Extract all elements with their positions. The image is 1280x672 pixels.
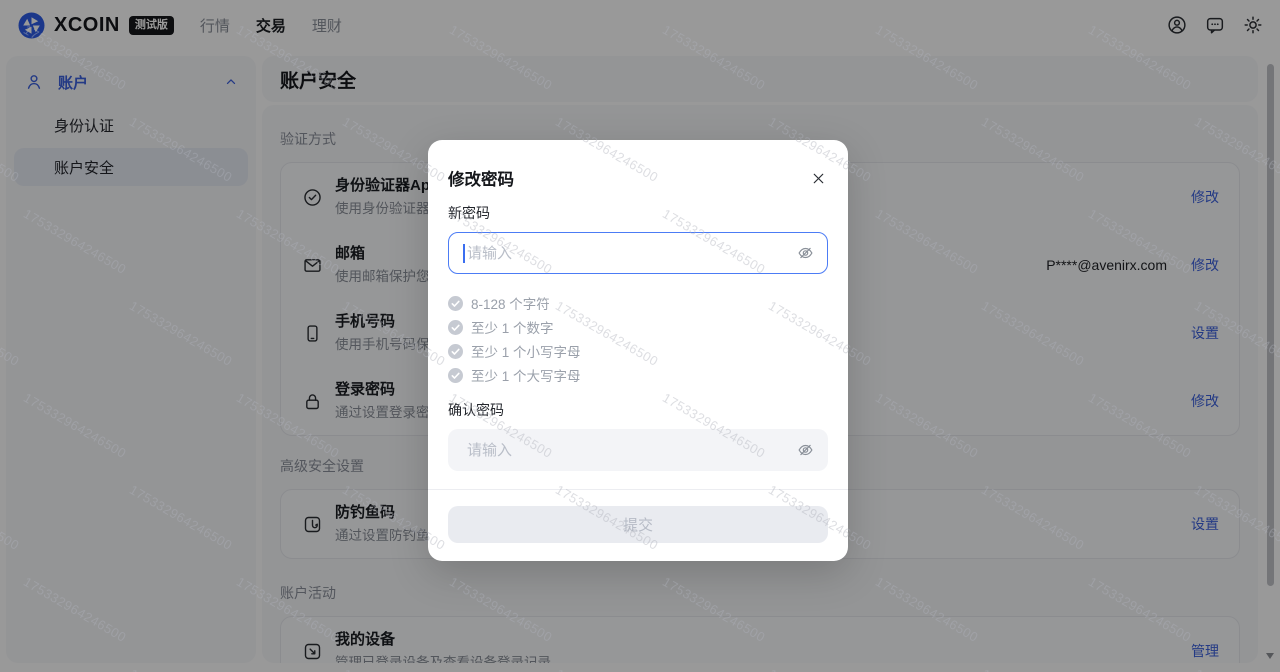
rule-length: 8-128 个字符 [448, 291, 828, 315]
check-circle-icon [448, 296, 463, 311]
check-circle-icon [448, 368, 463, 383]
modal-title: 修改密码 [448, 171, 514, 189]
new-password-field-box [448, 232, 828, 274]
eye-off-icon[interactable] [797, 245, 814, 262]
change-password-modal: 修改密码 新密码 8-128 个字符 [428, 140, 848, 561]
confirm-password-field-box [448, 429, 828, 471]
confirm-password-input[interactable] [465, 441, 787, 460]
close-icon[interactable] [809, 169, 827, 187]
text-cursor [463, 244, 465, 263]
confirm-password-label: 确认密码 [448, 400, 828, 420]
submit-button[interactable]: 提交 [448, 506, 828, 543]
password-rules: 8-128 个字符 至少 1 个数字 至少 1 个小写字母 至少 1 个大写字母 [448, 291, 828, 387]
rule-lowercase: 至少 1 个小写字母 [448, 339, 828, 363]
new-password-label: 新密码 [448, 203, 828, 223]
rule-digit: 至少 1 个数字 [448, 315, 828, 339]
new-password-input[interactable] [465, 244, 787, 263]
rule-uppercase: 至少 1 个大写字母 [448, 363, 828, 387]
eye-off-icon[interactable] [797, 442, 814, 459]
check-circle-icon [448, 320, 463, 335]
check-circle-icon [448, 344, 463, 359]
